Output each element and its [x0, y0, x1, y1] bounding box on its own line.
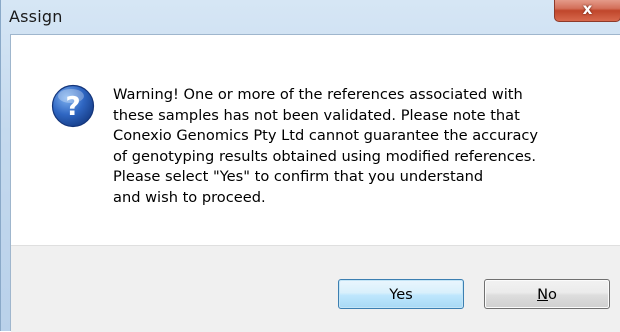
dialog-content: ? Warning! One or more of the references…: [10, 34, 620, 332]
message-line: Please select "Yes" to confirm that you …: [113, 168, 484, 185]
yes-button[interactable]: Yes: [338, 279, 464, 309]
warning-message: Warning! One or more of the references a…: [113, 85, 613, 208]
window-title: Assign: [9, 7, 63, 26]
no-button-label: No: [537, 286, 557, 303]
message-line: and wish to proceed.: [113, 188, 266, 206]
close-button[interactable]: x: [554, 0, 620, 22]
message-line: Warning! One or more of the references a…: [113, 86, 523, 103]
button-bar: Yes No: [11, 245, 620, 332]
question-glyph: ?: [65, 92, 80, 122]
dialog-window: Assign x ? Warning! One or more of the r…: [0, 0, 620, 332]
question-icon: ?: [51, 84, 95, 128]
message-line: Conexio Genomics Pty Ltd cannot guarante…: [113, 127, 539, 144]
message-line: of genotyping results obtained using mod…: [113, 147, 537, 165]
close-icon: x: [582, 0, 593, 18]
no-label-rest: o: [547, 285, 557, 303]
message-line: these samples has not been validated. Pl…: [113, 106, 520, 124]
yes-button-label: Yes: [389, 285, 413, 303]
no-button[interactable]: No: [484, 279, 610, 309]
title-bar[interactable]: Assign x: [1, 0, 620, 34]
no-mnemonic: N: [537, 285, 548, 303]
